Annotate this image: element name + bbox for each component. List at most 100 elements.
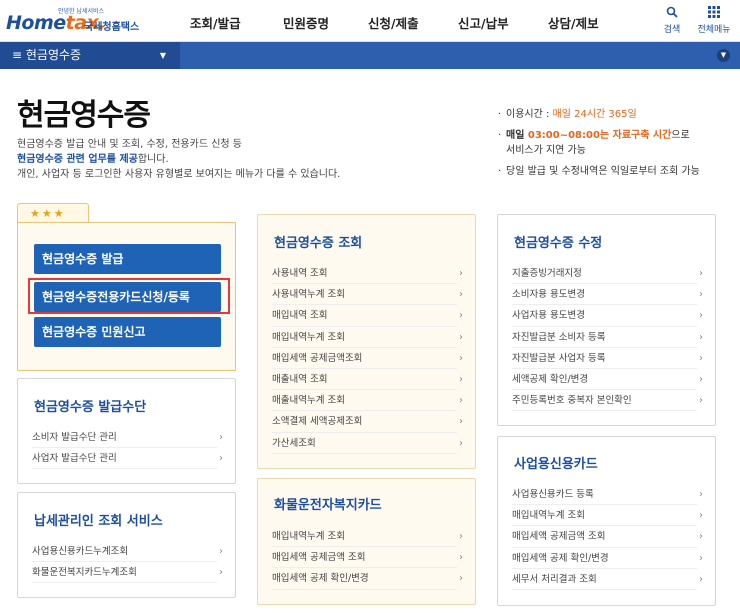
- chevron-right-icon: ›: [459, 552, 463, 564]
- list-item[interactable]: 사업용신용카드누계조회 ›: [32, 541, 223, 563]
- list-item[interactable]: 자진발급분 소비자 등록 ›: [512, 327, 703, 348]
- sub-nav-bar: ≡ 현금영수증 ▼ ▼: [0, 42, 740, 69]
- card-list: 소비자 발급수단 관리 › 사업자 발급수단 관리 ›: [32, 427, 223, 470]
- note-same-day: 당일 발급 및 수정내역은 익일로부터 조회 가능: [498, 164, 700, 179]
- list-item[interactable]: 매출내역누계 조회 ›: [272, 390, 463, 412]
- chevron-right-icon: ›: [699, 573, 703, 585]
- list-item[interactable]: 주민등록번호 중복자 본인확인 ›: [512, 390, 703, 412]
- hometax-logo[interactable]: 안녕한 납세서비스 Hometax. 국세청홈택스: [6, 6, 146, 36]
- chevron-right-icon: ›: [219, 567, 223, 579]
- card-list: 지출증빙거래지정 › 소비자용 용도변경 › 사업자용 용도변경 › 자진발급분 소비…: [512, 263, 703, 412]
- desc-line-1: 현금영수증 발급 안내 및 조회, 수정, 전용카드 신청 등: [17, 139, 242, 150]
- expand-chevron-icon[interactable]: ▼: [717, 49, 730, 62]
- chevron-right-icon: ›: [699, 289, 703, 301]
- top-nav: 안녕한 납세서비스 Hometax. 국세청홈택스 조회/발급 민원증명 신청/…: [0, 0, 740, 42]
- list-item[interactable]: 소액결제 세액공제조회 ›: [272, 411, 463, 433]
- breadcrumb-label: 현금영수증: [25, 48, 82, 62]
- breadcrumb-dropdown[interactable]: ≡ 현금영수증 ▼: [0, 42, 180, 69]
- hamburger-icon: ≡: [12, 48, 26, 62]
- desc-line-3: 개인, 사업자 등 로그인한 사용자 유형별로 보여지는 메뉴가 다를 수 있습…: [17, 169, 341, 180]
- chevron-right-icon: ›: [699, 395, 703, 407]
- modify-card: 현금영수증 수정 지출증빙거래지정 › 소비자용 용도변경 › 사업자용 용도변경 ›…: [497, 214, 716, 426]
- note-hours: 이용시간 : 매일 24시간 365일: [498, 107, 700, 122]
- desc-line-2: 현금영수증 관련 업무를 제공합니다.: [17, 154, 169, 165]
- list-item[interactable]: 매입내역누계 조회 ›: [272, 526, 463, 548]
- chevron-right-icon: ›: [459, 289, 463, 301]
- list-item[interactable]: 사업용신용카드 등록 ›: [512, 484, 703, 506]
- chevron-right-icon: ›: [459, 310, 463, 322]
- menu-report-pay[interactable]: 신고/납부: [458, 13, 509, 32]
- menu-apply-submit[interactable]: 신청/제출: [368, 13, 419, 32]
- card-list: 매입내역누계 조회 › 매입세액 공제금액 조회 › 매입세액 공제 확인/변경 ›: [272, 526, 463, 590]
- chevron-right-icon: ›: [459, 573, 463, 585]
- card-title: 사업용신용카드: [514, 457, 598, 472]
- caret-down-icon: ▼: [159, 51, 166, 60]
- all-menu-label: 전체메뉴: [697, 25, 731, 35]
- chevron-right-icon: ›: [699, 552, 703, 564]
- chevron-right-icon: ›: [459, 352, 463, 364]
- tax-manager-card: 납세관리인 조회 서비스 사업용신용카드누계조회 › 화물운전복지카드누계조회 ›: [17, 492, 236, 598]
- list-item[interactable]: 매입내역 조회 ›: [272, 305, 463, 327]
- list-item[interactable]: 매입세액 공제금액 조회 ›: [512, 526, 703, 548]
- chevron-right-icon: ›: [459, 331, 463, 343]
- card-title: 납세관리인 조회 서비스: [34, 514, 163, 529]
- card-list: 사업용신용카드누계조회 › 화물운전복지카드누계조회 ›: [32, 541, 223, 584]
- chevron-right-icon: ›: [699, 268, 703, 279]
- highlight-box: [28, 278, 230, 314]
- list-item[interactable]: 사용내역 조회 ›: [272, 263, 463, 285]
- favorites-tab: ★★★: [17, 203, 89, 224]
- card-title: 현금영수증 수정: [514, 236, 603, 251]
- note-maintenance: 매일 03:00~08:00는 자료구축 시간으로 서비스가 지연 가능: [498, 128, 700, 158]
- list-item[interactable]: 세액공제 확인/변경 ›: [512, 369, 703, 391]
- grid-menu-icon: [694, 6, 734, 22]
- chevron-right-icon: ›: [699, 489, 703, 500]
- chevron-right-icon: ›: [699, 331, 703, 343]
- list-item[interactable]: 매입내역누계 조회 ›: [512, 505, 703, 527]
- list-item[interactable]: 사업자 발급수단 관리 ›: [32, 448, 223, 470]
- chevron-right-icon: ›: [459, 437, 463, 449]
- all-menu-button[interactable]: 전체메뉴: [694, 6, 734, 35]
- list-item[interactable]: 소비자용 용도변경 ›: [512, 284, 703, 306]
- card-list: 사용내역 조회 › 사용내역누계 조회 › 매입내역 조회 › 매입내역누계 조회 › …: [272, 263, 463, 454]
- chevron-right-icon: ›: [699, 373, 703, 385]
- service-notes: 이용시간 : 매일 24시간 365일 매일 03:00~08:00는 자료구축…: [498, 107, 700, 185]
- list-item[interactable]: 사업자용 용도변경 ›: [512, 305, 703, 327]
- list-item[interactable]: 사용내역누계 조회 ›: [272, 284, 463, 306]
- list-item[interactable]: 지출증빙거래지정 ›: [512, 263, 703, 285]
- issue-receipt-button[interactable]: 현금영수증 발급: [34, 244, 221, 274]
- chevron-right-icon: ›: [699, 531, 703, 543]
- menu-consult-report[interactable]: 상담/제보: [548, 13, 599, 32]
- chevron-right-icon: ›: [699, 310, 703, 322]
- list-item[interactable]: 소비자 발급수단 관리 ›: [32, 427, 223, 449]
- list-item[interactable]: 매입세액 공제금액조회 ›: [272, 348, 463, 369]
- chevron-right-icon: ›: [459, 531, 463, 542]
- chevron-right-icon: ›: [699, 510, 703, 522]
- chevron-right-icon: ›: [459, 268, 463, 279]
- list-item[interactable]: 세무서 처리결과 조회 ›: [512, 569, 703, 590]
- list-item[interactable]: 매입세액 공제 확인/변경 ›: [272, 568, 463, 590]
- issue-means-card: 현금영수증 발급수단 소비자 발급수단 관리 › 사업자 발급수단 관리 ›: [17, 378, 236, 484]
- civil-complaint-button[interactable]: 현금영수증 민원신고: [34, 317, 221, 347]
- search-label: 검색: [663, 25, 681, 35]
- card-title: 현금영수증 조회: [274, 236, 363, 251]
- business-card-card: 사업용신용카드 사업용신용카드 등록 › 매입내역누계 조회 › 매입세액 공제금액…: [497, 436, 716, 606]
- list-item[interactable]: 화물운전복지카드누계조회 ›: [32, 562, 223, 584]
- chevron-right-icon: ›: [459, 395, 463, 407]
- card-title: 현금영수증 발급수단: [34, 400, 147, 415]
- list-item[interactable]: 매입세액 공제금액 조회 ›: [272, 547, 463, 569]
- list-item[interactable]: 매출내역 조회 ›: [272, 369, 463, 391]
- freight-card: 화물운전자복지카드 매입내역누계 조회 › 매입세액 공제금액 조회 › 매입세액 …: [257, 478, 476, 605]
- menu-civil-cert[interactable]: 민원증명: [283, 13, 329, 32]
- menu-inquiry-issue[interactable]: 조회/발급: [190, 13, 241, 32]
- search-button[interactable]: 검색: [652, 6, 692, 35]
- list-item[interactable]: 매입내역누계 조회 ›: [272, 327, 463, 348]
- list-item[interactable]: 자진발급분 사업자 등록 ›: [512, 348, 703, 369]
- logo-subtitle: 국세청홈택스: [84, 22, 140, 33]
- list-item[interactable]: 가산세조회 ›: [272, 433, 463, 454]
- chevron-right-icon: ›: [219, 546, 223, 557]
- chevron-right-icon: ›: [459, 416, 463, 428]
- card-title: 화물운전자복지카드: [274, 498, 382, 513]
- chevron-right-icon: ›: [219, 453, 223, 465]
- list-item[interactable]: 매입세액 공제 확인/변경 ›: [512, 548, 703, 569]
- page-description: 현금영수증 발급 안내 및 조회, 수정, 전용카드 신청 등 현금영수증 관련…: [17, 137, 340, 182]
